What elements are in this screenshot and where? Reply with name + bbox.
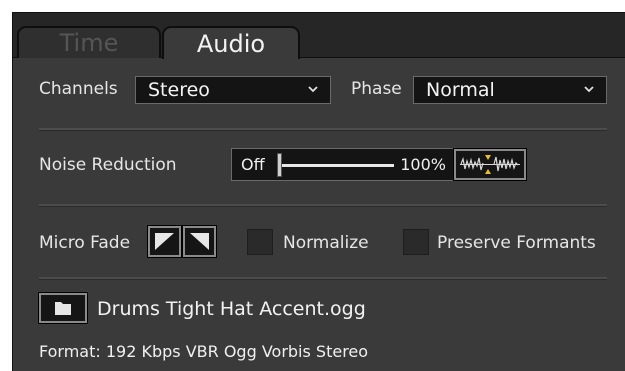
phase-select[interactable]: Normal [413, 76, 607, 104]
slider-thumb[interactable] [277, 153, 282, 177]
channels-label: Channels [39, 79, 118, 99]
folder-icon [55, 302, 71, 315]
tab-time[interactable]: Time [17, 26, 161, 58]
slider-track[interactable] [282, 164, 394, 167]
file-name: Drums Tight Hat Accent.ogg [97, 298, 366, 320]
chevron-down-icon [308, 86, 318, 93]
normalize-label: Normalize [283, 233, 369, 253]
micro-fade-label: Micro Fade [39, 233, 131, 253]
tab-strip: Time Audio [13, 13, 625, 59]
phase-value: Normal [426, 79, 495, 101]
channels-select[interactable]: Stereo [135, 76, 331, 104]
noise-reduction-slider[interactable]: Off 100% [231, 148, 457, 181]
noise-profile-button[interactable] [453, 148, 527, 181]
preserve-formants-label: Preserve Formants [437, 233, 596, 253]
preserve-formants-checkbox[interactable] [403, 229, 429, 255]
browse-file-button[interactable] [38, 292, 88, 324]
fade-out-icon [190, 233, 209, 250]
fade-in-icon [155, 233, 174, 250]
waveform-icon [460, 155, 520, 174]
divider [39, 277, 607, 280]
phase-label: Phase [351, 79, 402, 99]
chevron-down-icon [584, 86, 594, 93]
channels-value: Stereo [148, 79, 210, 101]
fade-out-button[interactable] [182, 225, 217, 258]
tab-audio[interactable]: Audio [162, 26, 300, 59]
fade-in-button[interactable] [147, 225, 182, 258]
divider [39, 128, 607, 131]
normalize-checkbox[interactable] [247, 229, 273, 255]
noise-reduction-label: Noise Reduction [39, 155, 177, 175]
file-format: Format: 192 Kbps VBR Ogg Vorbis Stereo [39, 342, 369, 361]
slider-max-label: 100% [400, 155, 446, 174]
audio-properties-panel: Time Audio Channels Stereo Phase Normal … [12, 12, 625, 371]
slider-min-label: Off [241, 155, 265, 174]
divider [39, 204, 607, 207]
